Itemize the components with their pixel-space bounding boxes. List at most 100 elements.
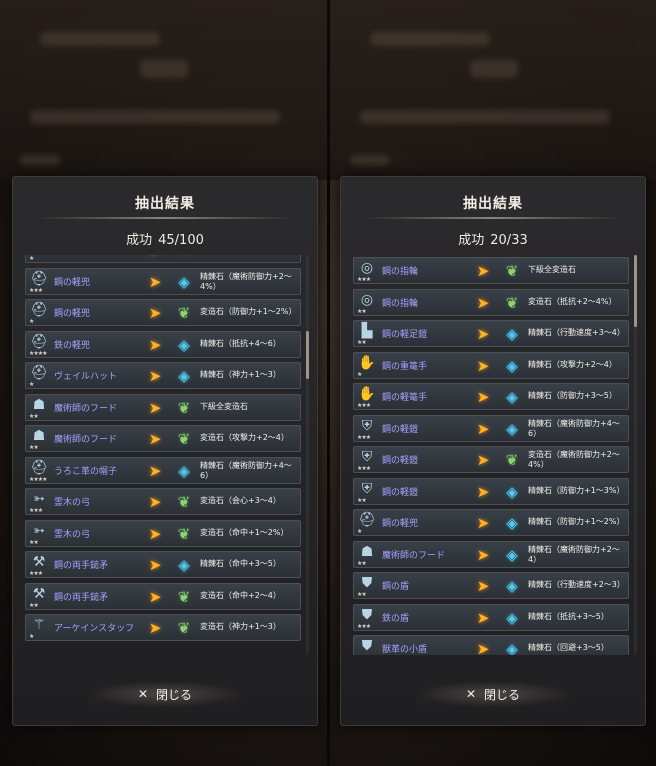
result-row[interactable]: ⛊ ★★★ 鉄の盾 ➤ ◈ 精錬石（抵抗+3～5） xyxy=(353,603,629,631)
scrollbar[interactable] xyxy=(306,255,309,655)
item-name: 鋼の軽兜 xyxy=(54,277,91,288)
alteration-stone-icon: ❦ xyxy=(177,398,191,417)
arrow-right-icon: ➤ xyxy=(476,293,490,312)
arrow-right-icon: ➤ xyxy=(476,388,490,406)
refining-stone-icon: ◈ xyxy=(506,514,518,532)
result-row[interactable]: ⛑ ★ ヴェイルハット ➤ ◈ 精錬石（神力+1～3） xyxy=(25,362,301,389)
armor-icon: ⛨ xyxy=(361,417,373,434)
item-name: 鋼の軽兜 xyxy=(54,309,91,319)
item-name: 鋼の軽兜 xyxy=(54,255,90,256)
result-row[interactable]: ✋ ★★★ 鋼の軽篭手 ➤ ◈ 精錬石（防御力+3～5） xyxy=(353,383,629,410)
rarity-stars: ★★ xyxy=(357,591,367,598)
result-row[interactable]: ◎ ★★ 鋼の指輪 ➤ ❦ 変造石（抵抗+2～4%） xyxy=(353,288,629,316)
result-text: 精錬石（魔術防御力+2～4） xyxy=(528,544,620,564)
result-row[interactable]: ⛊★ 獣革の小盾 ➤ ◈ 精錬石（回避+3～5） xyxy=(353,635,629,655)
close-button[interactable]: ✕ 閉じる xyxy=(89,681,241,707)
helmet-icon: ⛑ xyxy=(30,302,48,318)
close-button[interactable]: ✕ 閉じる xyxy=(417,681,569,707)
result-row[interactable]: ☗ ★★ 魔術師のフード ➤ ◈ 精錬石（魔術防御力+2～4） xyxy=(353,540,629,568)
refining-stone-icon: ◈ xyxy=(506,325,518,343)
arrow-right-icon: ➤ xyxy=(476,608,490,627)
shield-icon: ⛊ xyxy=(361,638,373,654)
item-name: うろこ革の帽子 xyxy=(54,466,118,477)
result-row[interactable]: ⛑ ★ 鋼の軽兜 ➤ ◈ 精錬石（防御力+1～2%） xyxy=(353,509,629,536)
result-row[interactable]: ⛨ ★★★ 鋼の軽鎧 ➤ ◈ 精錬石（魔術防御力+4～6） xyxy=(353,414,629,442)
success-count: 20/33 xyxy=(490,233,528,248)
results-list[interactable]: ◎ ★★★ 鋼の指輪 ➤ ❦ 下級全変造石 ◎ ★★ 鋼の指輪 ➤ ❦ 変造石（抵抗+2～4%） ▙ ★★… xyxy=(353,255,629,655)
alteration-stone-icon: ❦ xyxy=(177,524,191,543)
result-row[interactable]: ⛊ ★★ 鋼の盾 ➤ ◈ 精錬石（行動速度+2～3） xyxy=(353,572,629,599)
shield-icon: ⛊ xyxy=(361,606,373,623)
result-row[interactable]: ⛑ ★★★★ 鉄の軽兜 ➤ ◈ 精錬石（抵抗+4～6） xyxy=(25,330,301,358)
item-name: 鋼の軽鎧 xyxy=(382,456,419,466)
refining-stone-icon: ◈ xyxy=(506,419,518,438)
result-row[interactable]: ➳ ★★ 霊木の弓 ➤ ❦ 変造石（命中+1～2%） xyxy=(25,519,301,547)
success-label: 成功 xyxy=(126,233,153,248)
result-text: 精錬石（行動速度+3～4） xyxy=(528,328,625,337)
boots-icon: ▙ xyxy=(361,323,373,339)
arrow-right-icon: ➤ xyxy=(148,398,162,417)
scrollbar[interactable] xyxy=(634,255,637,655)
armor-icon: ⛨ xyxy=(361,449,373,465)
success-summary: 成功 45/100 xyxy=(13,229,317,248)
result-row[interactable]: ⛑ ★★★★ うろこ革の帽子 ➤ ◈ 精錬石（魔術防御力+4～6） xyxy=(25,456,301,484)
result-row[interactable]: ⚚ ★ アーケインスタッフ ➤ ❦ 変造石（神力+1～3） xyxy=(25,614,301,641)
extraction-results-dialog-left: 抽出結果 成功45/100 ⛑★鋼の軽兜➤❦⛑★★★鋼の軽兜➤◈精錬石（魔術防御… xyxy=(12,176,318,726)
rarity-stars: ★★★★ xyxy=(29,475,47,483)
item-name: 魔術師のフード xyxy=(382,550,446,561)
result-text: 下級全変造石 xyxy=(200,401,248,411)
item-name: 鋼の軽兜 xyxy=(382,519,419,529)
rarity-stars: ★ xyxy=(29,255,34,262)
arrow-right-icon: ➤ xyxy=(148,587,162,606)
result-row[interactable]: ☗ ★★ 魔術師のフード ➤ ❦ 変造石（攻撃力+2～4） xyxy=(25,425,301,452)
scroll-thumb[interactable] xyxy=(634,255,637,327)
helmet-icon: ⛑ xyxy=(30,270,48,287)
arrow-right-icon: ➤ xyxy=(148,335,162,354)
result-row[interactable]: ◎ ★★★ 鋼の指輪 ➤ ❦ 下級全変造石 xyxy=(353,257,629,284)
result-text: 変造石（魔術防御力+2～4%） xyxy=(528,450,620,469)
arrow-right-icon: ➤ xyxy=(476,262,490,280)
rarity-stars: ★★ xyxy=(357,496,367,504)
result-row[interactable]: ⛨ ★★★ 鋼の軽鎧 ➤ ❦ 変造石（魔術防御力+2～4%） xyxy=(353,446,629,473)
result-row[interactable]: ⛑ ★ 鋼の軽兜 ➤ ❦ 変造石（防御力+1～2%） xyxy=(25,299,301,326)
result-row[interactable]: ⛑★鋼の軽兜➤❦ xyxy=(25,255,301,263)
results-list[interactable]: ⛑★鋼の軽兜➤❦⛑★★★鋼の軽兜➤◈精錬石（魔術防御力+2～4%）⛑★鋼の軽兜➤… xyxy=(25,255,301,655)
arrow-right-icon: ➤ xyxy=(476,451,490,469)
rarity-stars: ★★★ xyxy=(29,286,43,294)
item-name: 霊木の弓 xyxy=(54,498,91,508)
close-icon: ✕ xyxy=(465,687,477,701)
axe-icon: ⚒ xyxy=(32,554,46,570)
result-row[interactable]: ▙ ★★ 鋼の軽足鎧 ➤ ◈ 精錬石（行動速度+3～4） xyxy=(353,320,629,347)
alteration-stone-icon: ❦ xyxy=(172,255,196,261)
rarity-stars: ★★ xyxy=(357,559,367,567)
alteration-stone-icon: ❦ xyxy=(177,587,191,606)
item-name: 魔術師のフード xyxy=(54,435,118,445)
staff-icon: ⚚ xyxy=(32,617,46,633)
alteration-stone-icon: ❦ xyxy=(505,451,519,469)
dialog-title: 抽出結果 xyxy=(135,196,195,212)
result-text: 精錬石（防御力+3～5） xyxy=(528,391,617,400)
scroll-thumb[interactable] xyxy=(306,331,309,379)
item-name: 鋼の両手鎚矛 xyxy=(54,561,109,571)
item-name: 鋼の指輪 xyxy=(382,267,419,277)
refining-stone-icon: ◈ xyxy=(178,335,190,354)
title-divider xyxy=(365,217,621,219)
result-row[interactable]: ⛨ ★★ 鋼の軽鎧 ➤ ◈ 精錬石（防御力+1～3%） xyxy=(353,477,629,505)
result-row[interactable]: ⚒ ★★ 鋼の両手鎚矛 ➤ ❦ 変造石（命中+2～4） xyxy=(25,582,301,610)
result-row[interactable]: ⚒ ★★★ 鋼の両手鎚矛 ➤ ◈ 精錬石（命中+3～5） xyxy=(25,551,301,578)
result-row[interactable]: ⛑ ★★★ 鋼の軽兜 ➤ ◈ 精錬石（魔術防御力+2～4%） xyxy=(25,267,301,295)
result-text: 精錬石（攻撃力+2～4） xyxy=(528,359,617,369)
hat-icon: ⛑ xyxy=(30,459,48,476)
result-row[interactable]: ☗ ★★ 魔術師のフード ➤ ❦ 下級全変造石 xyxy=(25,393,301,421)
shield-icon: ⛊ xyxy=(361,575,373,591)
refining-stone-icon: ◈ xyxy=(178,272,190,291)
arrow-right-icon: ➤ xyxy=(476,356,490,375)
result-row[interactable]: ✋ ★ 鋼の重篭手 ➤ ◈ 精錬石（攻撃力+2～4） xyxy=(353,351,629,379)
result-text: 変造石（防御力+1～2%） xyxy=(200,307,297,316)
arrow-right-icon: ➤ xyxy=(148,430,162,448)
arrow-right-icon: ➤ xyxy=(476,325,490,343)
arrow-right-icon: ➤ xyxy=(476,545,490,564)
hood-icon: ☗ xyxy=(32,428,46,444)
result-row[interactable]: ➳ ★★★ 霊木の弓 ➤ ❦ 変造石（会心+3～4） xyxy=(25,488,301,515)
rarity-stars: ★★★ xyxy=(357,465,371,472)
